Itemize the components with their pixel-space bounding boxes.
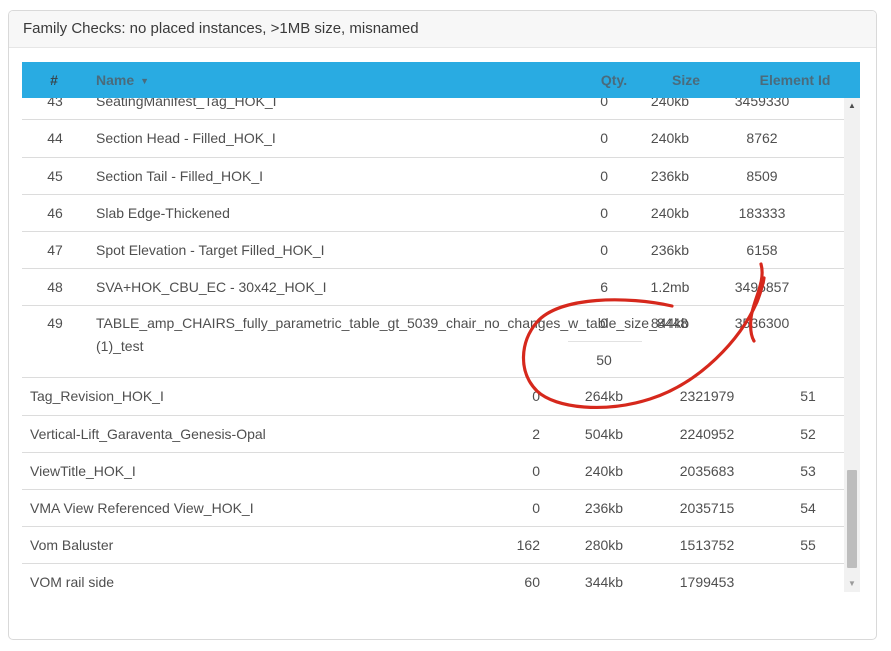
- row-name-cell: Vom Baluster: [30, 527, 113, 563]
- orphan-row-number: 50: [596, 349, 612, 372]
- row-number-cell: 51: [800, 378, 816, 415]
- row-number-cell: 52: [800, 416, 816, 452]
- scroll-up-icon[interactable]: ▲: [844, 98, 860, 114]
- table-header: # Name ▼ Qty. Size Element Id: [22, 62, 860, 98]
- row-name-wrap-cell: (1)_test: [96, 334, 143, 359]
- row-element-id-cell: 8762: [746, 120, 777, 157]
- scrollbar-thumb[interactable]: [847, 470, 857, 568]
- row-size-overlap-cell: 844kb: [651, 306, 689, 341]
- table-row[interactable]: 45 Section Tail - Filled_HOK_I 0 236kb 8509: [22, 158, 845, 195]
- row-size-cell: 236kb: [651, 232, 689, 268]
- row-name-cell: TABLE_amp_CHAIRS_fully_parametric_table_…: [96, 306, 688, 341]
- column-header-number[interactable]: #: [50, 62, 58, 98]
- row-size-cell: 240kb: [651, 120, 689, 157]
- row-name-cell: SVA+HOK_CBU_EC - 30x42_HOK_I: [96, 269, 326, 305]
- row-number-cell: 45: [47, 158, 63, 194]
- row-element-id-cell: 3536300: [735, 306, 790, 341]
- table-row[interactable]: 43 SeatingManifest_Tag_HOK_I 0 240kb 3459330: [22, 98, 845, 120]
- row-name-cell: Section Head - Filled_HOK_I: [96, 120, 276, 157]
- column-header-qty[interactable]: Qty.: [601, 62, 627, 98]
- row-qty-cell: 162: [517, 527, 540, 563]
- row-name-cell: Section Tail - Filled_HOK_I: [96, 158, 263, 194]
- row-name-cell: VOM rail side: [30, 564, 114, 602]
- table-row-shifted[interactable]: VMA View Referenced View_HOK_I 0 236kb 2035…: [22, 490, 845, 527]
- row-name-cell: Tag_Revision_HOK_I: [30, 378, 164, 415]
- row-size-cell: 240kb: [651, 98, 689, 119]
- row-number-cell: 55: [800, 527, 816, 563]
- row-qty-overlap-cell: 0: [600, 306, 608, 341]
- column-header-name-label: Name: [96, 72, 134, 88]
- row-size-cell: 236kb: [585, 490, 623, 526]
- row-qty-cell: 6: [600, 269, 608, 305]
- panel-title: Family Checks: no placed instances, >1MB…: [23, 11, 419, 47]
- row-element-id-cell: 2240952: [680, 416, 735, 452]
- row-number-cell: 46: [47, 195, 63, 231]
- row-size-cell: 240kb: [585, 453, 623, 490]
- row-element-id-cell: 1513752: [680, 527, 735, 563]
- row-element-id-cell: 3495857: [735, 269, 790, 305]
- row-name-cell: SeatingManifest_Tag_HOK_I: [96, 98, 277, 119]
- row-number-cell: 44: [47, 120, 63, 157]
- row-size-cell: 236kb: [651, 158, 689, 194]
- row-qty-cell: 0: [600, 120, 608, 157]
- row-qty-cell: 0: [532, 378, 540, 415]
- row-number-cell: 54: [800, 490, 816, 526]
- table-row-shifted[interactable]: Vertical-Lift_Garaventa_Genesis-Opal 2 504…: [22, 416, 845, 453]
- column-header-name[interactable]: Name ▼: [96, 62, 149, 98]
- row-number-cell: 47: [47, 232, 63, 268]
- row-element-id-cell: 1799453: [680, 564, 735, 602]
- row-size-cell: 344kb: [585, 564, 623, 602]
- table-row-shifted[interactable]: VOM rail side 60 344kb 1799453: [22, 564, 845, 602]
- table-row-shifted[interactable]: ViewTitle_HOK_I 0 240kb 2035683 53: [22, 453, 845, 491]
- table-row[interactable]: 46 Slab Edge-Thickened 0 240kb 183333: [22, 195, 845, 232]
- row-name-cell: Slab Edge-Thickened: [96, 195, 230, 231]
- table-row-shifted[interactable]: Vom Baluster 162 280kb 1513752 55: [22, 527, 845, 564]
- row-name-cell: VMA View Referenced View_HOK_I: [30, 490, 254, 526]
- row-element-id-cell: 2035715: [680, 490, 735, 526]
- row-size-cell: 1.2mb: [651, 269, 690, 305]
- row-element-id-cell: 6158: [746, 232, 777, 268]
- row-qty-cell: 0: [600, 98, 608, 119]
- row-number-cell: 48: [47, 269, 63, 305]
- vertical-scrollbar[interactable]: ▲ ▼: [844, 98, 860, 592]
- row-number-cell: 49: [47, 306, 63, 341]
- row-size-cell: 504kb: [585, 416, 623, 452]
- table-body[interactable]: 43 SeatingManifest_Tag_HOK_I 0 240kb 3459330…: [22, 98, 845, 601]
- column-header-size[interactable]: Size: [672, 62, 700, 98]
- row-qty-cell: 0: [532, 490, 540, 526]
- table-row[interactable]: 44 Section Head - Filled_HOK_I 0 240kb 8762: [22, 120, 845, 158]
- row-number-cell: 53: [800, 453, 816, 490]
- row-name-cell: Spot Elevation - Target Filled_HOK_I: [96, 232, 325, 268]
- row-qty-cell: 0: [532, 453, 540, 490]
- column-header-element-id[interactable]: Element Id: [760, 62, 831, 98]
- row-number-cell: 43: [47, 98, 63, 119]
- row-element-id-cell: 8509: [746, 158, 777, 194]
- row-qty-cell: 0: [600, 195, 608, 231]
- row-qty-cell: 0: [600, 158, 608, 194]
- scroll-down-icon[interactable]: ▼: [844, 576, 860, 592]
- row-element-id-cell: 3459330: [735, 98, 790, 119]
- sort-desc-icon: ▼: [140, 63, 149, 99]
- row-name-cell: Vertical-Lift_Garaventa_Genesis-Opal: [30, 416, 266, 452]
- row-element-id-cell: 2321979: [680, 378, 735, 415]
- table-row[interactable]: 48 SVA+HOK_CBU_EC - 30x42_HOK_I 6 1.2mb 3495…: [22, 269, 845, 306]
- row-size-cell: 264kb: [585, 378, 623, 415]
- table-row[interactable]: 47 Spot Elevation - Target Filled_HOK_I 0 2…: [22, 232, 845, 269]
- stray-cell-border: [568, 341, 642, 342]
- row-qty-cell: 2: [532, 416, 540, 452]
- row-size-cell: 240kb: [651, 195, 689, 231]
- row-element-id-cell: 183333: [739, 195, 786, 231]
- row-element-id-cell: 2035683: [680, 453, 735, 490]
- broken-row-line1: 49 TABLE_amp_CHAIRS_fully_parametric_tabl…: [22, 306, 845, 341]
- row-qty-cell: 60: [524, 564, 540, 602]
- table-row-broken[interactable]: 49 TABLE_amp_CHAIRS_fully_parametric_tabl…: [22, 306, 845, 379]
- row-name-cell: ViewTitle_HOK_I: [30, 453, 136, 490]
- row-size-cell: 280kb: [585, 527, 623, 563]
- row-qty-cell: 0: [600, 232, 608, 268]
- table-row-shifted[interactable]: Tag_Revision_HOK_I 0 264kb 2321979 51: [22, 378, 845, 416]
